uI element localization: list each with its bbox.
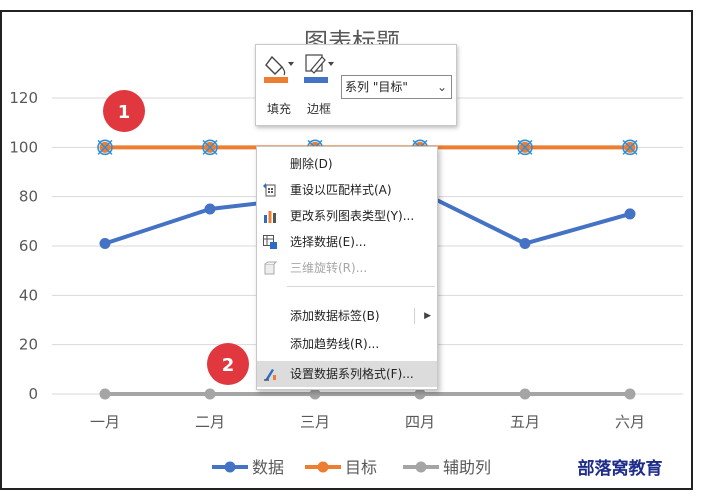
- x-axis-ticks: 一月 二月 三月 四月 五月 六月: [90, 413, 645, 431]
- legend-swatch-marker: [317, 461, 329, 473]
- pen-icon: [304, 54, 334, 83]
- data-point[interactable]: [519, 238, 531, 250]
- submenu-arrow-icon: ▶: [424, 311, 431, 321]
- x-tick-label: 三月: [300, 413, 330, 431]
- menu-item-add-data-labels[interactable]: 添加数据标签(B) ▶: [257, 303, 437, 329]
- y-tick-label: 40: [19, 286, 38, 304]
- menu-item-delete[interactable]: 删除(D): [257, 151, 437, 177]
- menu-item-change-chart-type[interactable]: 更改系列图表类型(Y)...: [257, 203, 437, 229]
- fill-button[interactable]: 填充: [262, 51, 296, 117]
- y-tick-label: 60: [19, 237, 38, 255]
- chart-type-icon: [264, 211, 276, 223]
- legend-swatch-marker: [415, 461, 427, 473]
- paint-bucket-icon: [264, 55, 294, 83]
- data-point[interactable]: [519, 388, 531, 400]
- badge-1: 1: [103, 90, 145, 132]
- reset-style-icon: [263, 183, 276, 197]
- data-point[interactable]: [204, 203, 216, 215]
- badge-1-number: 1: [118, 102, 131, 123]
- y-tick-label: 80: [19, 188, 38, 206]
- y-tick-label: 0: [28, 385, 38, 403]
- context-menu: 删除(D) 重设以匹配样式(A) 更改系列图表类型(Y)... 选择数据(E).…: [256, 146, 438, 390]
- legend-swatch-marker: [224, 461, 236, 473]
- x-tick-label: 一月: [90, 413, 120, 431]
- data-point[interactable]: [99, 388, 111, 400]
- data-point[interactable]: [99, 238, 111, 250]
- fill-label: 填充: [266, 102, 291, 116]
- x-tick-label: 二月: [195, 413, 225, 431]
- menu-item-label: 删除(D): [290, 157, 333, 171]
- border-button[interactable]: 边框: [302, 51, 336, 117]
- y-tick-label: 120: [9, 89, 38, 107]
- legend-item[interactable]: 数据: [212, 458, 284, 477]
- y-tick-label: 100: [9, 138, 38, 156]
- data-point[interactable]: [624, 388, 636, 400]
- data-point[interactable]: [204, 388, 216, 400]
- menu-item-add-trendline[interactable]: 添加趋势线(R)...: [257, 331, 437, 357]
- brand-watermark: 部落窝教育: [578, 458, 663, 479]
- data-point[interactable]: [624, 208, 636, 220]
- legend-label: 目标: [345, 458, 377, 477]
- chevron-down-icon: ⌄: [436, 80, 447, 94]
- badge-2: 2: [207, 343, 249, 385]
- rotate-3d-icon: [264, 261, 277, 275]
- mini-toolbar: 填充 边框 系列 "目标" ⌄: [255, 44, 457, 126]
- menu-item-3d-rotate: 三维旋转(R)...: [257, 255, 437, 281]
- series-select[interactable]: 系列 "目标" ⌄: [341, 75, 452, 99]
- badge-2-number: 2: [222, 355, 235, 376]
- menu-item-label: 添加数据标签(B): [290, 309, 380, 323]
- menu-separator: [287, 286, 435, 287]
- x-tick-label: 六月: [615, 413, 645, 431]
- menu-item-label: 选择数据(E)...: [290, 235, 367, 249]
- menu-item-reset-style[interactable]: 重设以匹配样式(A): [257, 177, 437, 203]
- data-point[interactable]: [414, 388, 426, 400]
- legend-label: 数据: [252, 458, 284, 477]
- select-data-icon: [263, 235, 277, 249]
- format-series-icon: [264, 369, 276, 381]
- legend[interactable]: 数据 目标 辅助列: [212, 458, 491, 477]
- menu-item-format-data-series[interactable]: 设置数据系列格式(F)...: [257, 361, 437, 387]
- menu-item-label: 更改系列图表类型(Y)...: [290, 209, 415, 223]
- menu-item-label: 添加趋势线(R)...: [290, 337, 380, 351]
- y-tick-label: 20: [19, 336, 38, 354]
- x-tick-label: 五月: [510, 413, 540, 431]
- submenu-divider: [414, 308, 415, 324]
- legend-item[interactable]: 目标: [305, 458, 377, 477]
- data-point[interactable]: [309, 388, 321, 400]
- border-label: 边框: [306, 102, 331, 116]
- menu-item-label: 重设以匹配样式(A): [290, 183, 392, 197]
- series-select-value: 系列 "目标": [345, 80, 408, 94]
- legend-item[interactable]: 辅助列: [403, 458, 491, 477]
- y-axis-ticks: 0 20 40 60 80 100 120: [9, 89, 38, 403]
- menu-item-label: 设置数据系列格式(F)...: [290, 367, 414, 381]
- menu-item-select-data[interactable]: 选择数据(E)...: [257, 229, 437, 255]
- menu-item-label: 三维旋转(R)...: [290, 261, 368, 275]
- legend-label: 辅助列: [443, 458, 491, 477]
- x-tick-label: 四月: [405, 413, 435, 431]
